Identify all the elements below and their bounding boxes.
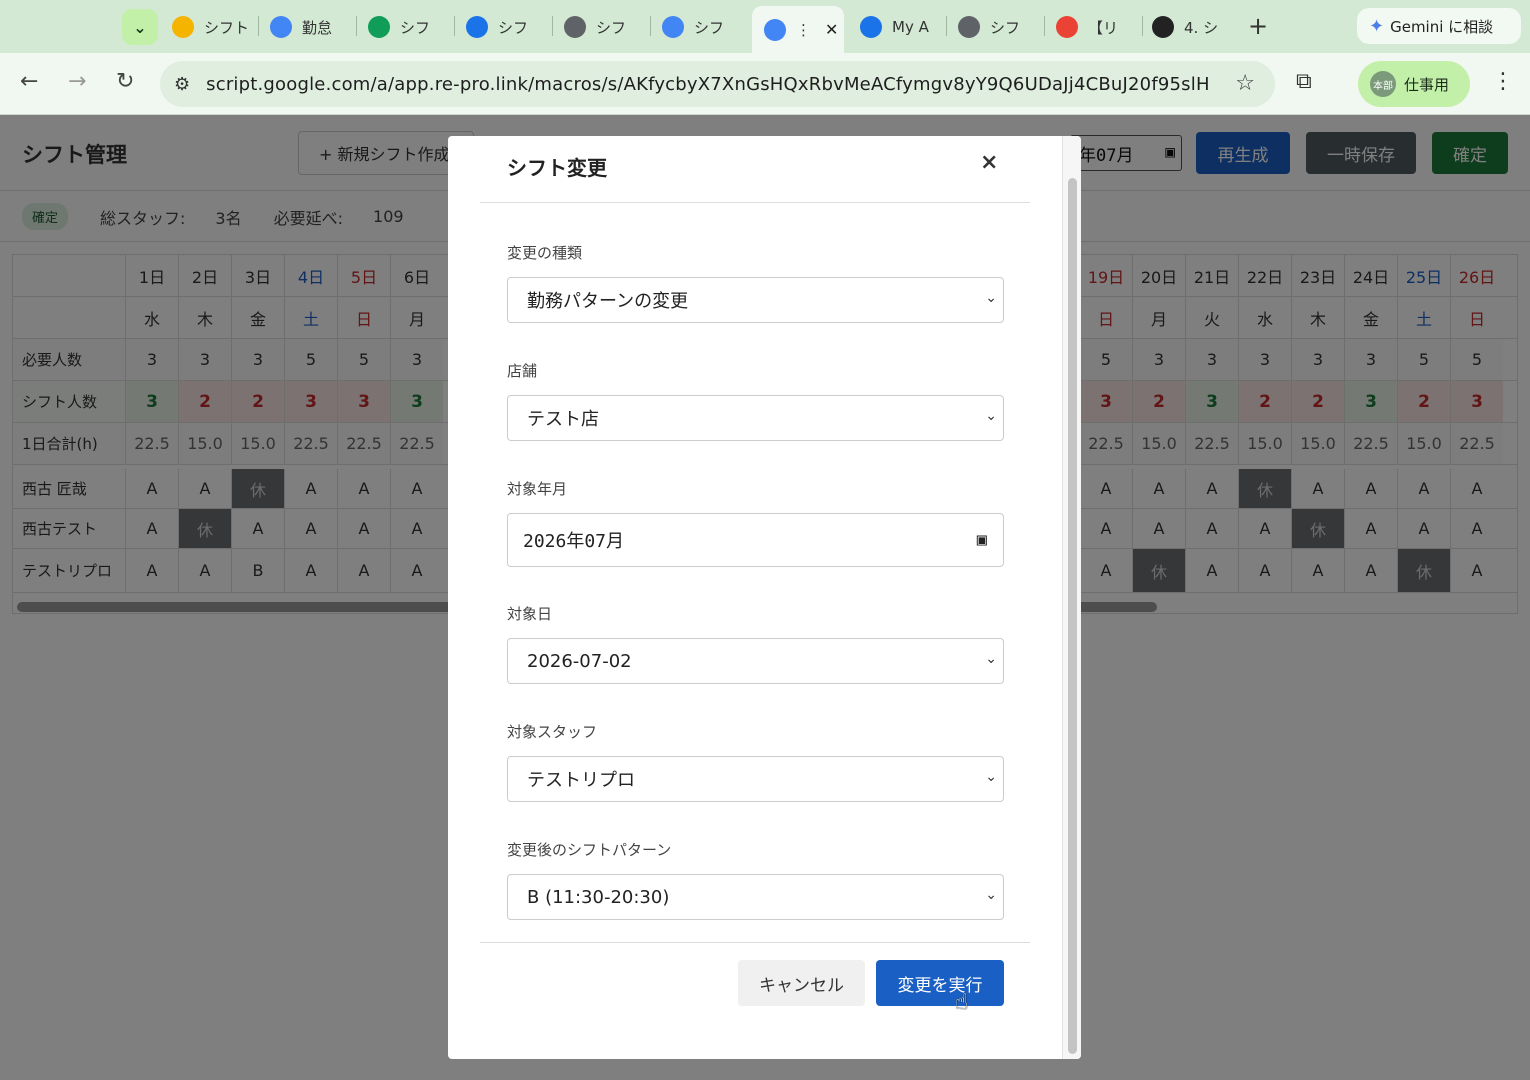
chevron-down-icon: ⌄ [985, 651, 997, 667]
tab-label: シフト [204, 18, 250, 37]
chevron-down-icon: ⌄ [985, 887, 997, 903]
tab-separator [946, 16, 947, 36]
apps-script-icon [764, 18, 786, 41]
tab-separator [454, 16, 455, 36]
tab-separator [650, 16, 651, 36]
browser-tab[interactable]: 4. シ [1152, 8, 1232, 46]
target-month-label: 対象年月 [507, 480, 568, 498]
close-icon[interactable]: × [980, 150, 998, 175]
extensions-puzzle-icon[interactable]: ⧉ [1296, 69, 1312, 94]
address-bar[interactable]: ⚙ script.google.com/a/app.re-pro.link/ma… [160, 61, 1275, 107]
tasks-icon [466, 16, 488, 38]
browser-tab[interactable]: シフ [466, 8, 544, 46]
close-tab-icon[interactable]: ✕ [825, 20, 838, 39]
header-divider [480, 202, 1030, 203]
target-staff-label: 対象スタッフ [507, 723, 598, 741]
tab-separator [356, 16, 357, 36]
tab-label: シフ [694, 18, 725, 37]
tab-separator [1044, 16, 1045, 36]
pattern-select[interactable]: B (11:30-20:30) ⌄ [507, 874, 1004, 920]
footer-divider [480, 942, 1030, 943]
browser-tab[interactable]: My A [860, 8, 938, 46]
forward-arrow-icon[interactable]: → [68, 69, 86, 94]
gmail-icon [1056, 16, 1078, 38]
calendar-icon[interactable]: ▣ [977, 530, 987, 550]
dialog-scrollbar-thumb[interactable] [1068, 178, 1077, 1054]
gemini-label: Gemini に相談 [1390, 17, 1494, 36]
browser-tab[interactable]: 【リ [1056, 8, 1134, 46]
shift-change-dialog: シフト変更 × 変更の種類 勤務パターンの変更 ⌄ 店舗 テスト店 ⌄ 対象年月… [448, 136, 1081, 1059]
tab-label: My A [892, 18, 929, 36]
browser-tab[interactable]: シフ [564, 8, 642, 46]
browser-tab[interactable]: ⋮ ✕ [752, 6, 844, 53]
dialog-scrollbar[interactable] [1062, 136, 1081, 1059]
target-staff-value: テストリプロ [527, 770, 635, 791]
browser-tab[interactable]: シフ [662, 8, 740, 46]
browser-tab[interactable]: シフト [172, 8, 250, 46]
target-month-value: 2026年07月 [523, 531, 625, 552]
sheets-icon [368, 16, 390, 38]
globe-icon [958, 16, 980, 38]
target-date-value: 2026-07-02 [527, 650, 632, 672]
chevron-down-icon: ⌄ [985, 408, 997, 424]
execute-change-button[interactable]: 変更を実行 [876, 960, 1004, 1006]
store-label: 店舗 [507, 362, 538, 380]
browser-tab[interactable]: シフ [958, 8, 1036, 46]
cart-icon [564, 16, 586, 38]
google-drive-icon [172, 16, 194, 38]
target-staff-select[interactable]: テストリプロ ⌄ [507, 756, 1004, 802]
dialog-title: シフト変更 [507, 156, 607, 180]
profile-label: 仕事用 [1404, 75, 1450, 94]
gemini-button[interactable]: ✦ Gemini に相談 [1357, 8, 1521, 44]
tab-label: シフ [596, 18, 627, 37]
browser-tab[interactable]: シフ [368, 8, 446, 46]
tab-label: 【リ [1088, 18, 1119, 37]
store-select[interactable]: テスト店 ⌄ [507, 395, 1004, 441]
browser-toolbar: ← → ↻ ⚙ script.google.com/a/app.re-pro.l… [0, 53, 1530, 115]
back-arrow-icon[interactable]: ← [20, 69, 38, 94]
tab-label: シフ [498, 18, 529, 37]
cancel-button[interactable]: キャンセル [738, 960, 865, 1006]
new-tab-plus-icon[interactable]: + [1248, 12, 1268, 40]
browser-tab[interactable]: 勤怠 [270, 8, 348, 46]
chevron-down-icon: ⌄ [985, 769, 997, 785]
tab-search-chevron-icon[interactable]: ⌄ [122, 9, 158, 45]
site-settings-icon[interactable]: ⚙ [174, 74, 190, 95]
profile-button[interactable]: 本部 仕事用 [1358, 61, 1470, 107]
tab-separator [1142, 16, 1143, 36]
pattern-value: B (11:30-20:30) [527, 886, 670, 908]
apps-script-icon [270, 16, 292, 38]
gemini-spark-icon: ✦ [1369, 15, 1385, 37]
change-type-select[interactable]: 勤務パターンの変更 ⌄ [507, 277, 1004, 323]
hand-cursor-icon: ☝ [955, 990, 969, 1015]
target-month-input[interactable]: 2026年07月 ▣ [507, 513, 1004, 567]
target-date-label: 対象日 [507, 605, 553, 623]
bookmark-star-icon[interactable]: ☆ [1235, 71, 1255, 96]
store-value: テスト店 [527, 409, 599, 430]
notion-icon [1152, 16, 1174, 38]
tab-label: シフ [400, 18, 431, 37]
change-type-value: 勤務パターンの変更 [527, 291, 689, 312]
change-type-label: 変更の種類 [507, 244, 583, 262]
browser-tab-bar: ⌄ シフト 勤怠 シフ シフ シフ シフ ⋮ ✕ My A シフ 【リ 4. シ + ✦ Gemini… [0, 0, 1530, 53]
tab-label: シフ [990, 18, 1021, 37]
chevron-down-icon: ⌄ [985, 290, 997, 306]
url-text: script.google.com/a/app.re-pro.link/macr… [206, 73, 1212, 95]
pattern-label: 変更後のシフトパターン [507, 841, 672, 859]
tab-label: 勤怠 [302, 18, 333, 37]
browser-menu-icon[interactable]: ⋮ [1492, 69, 1514, 94]
avatar: 本部 [1370, 71, 1396, 97]
apps-script-icon [662, 16, 684, 38]
tab-label: ⋮ [796, 20, 811, 39]
reload-icon[interactable]: ↻ [116, 69, 134, 94]
tab-separator [552, 16, 553, 36]
target-date-select[interactable]: 2026-07-02 ⌄ [507, 638, 1004, 684]
tab-label: 4. シ [1184, 18, 1219, 37]
tab-separator [258, 16, 259, 36]
tasks-icon [860, 16, 882, 38]
